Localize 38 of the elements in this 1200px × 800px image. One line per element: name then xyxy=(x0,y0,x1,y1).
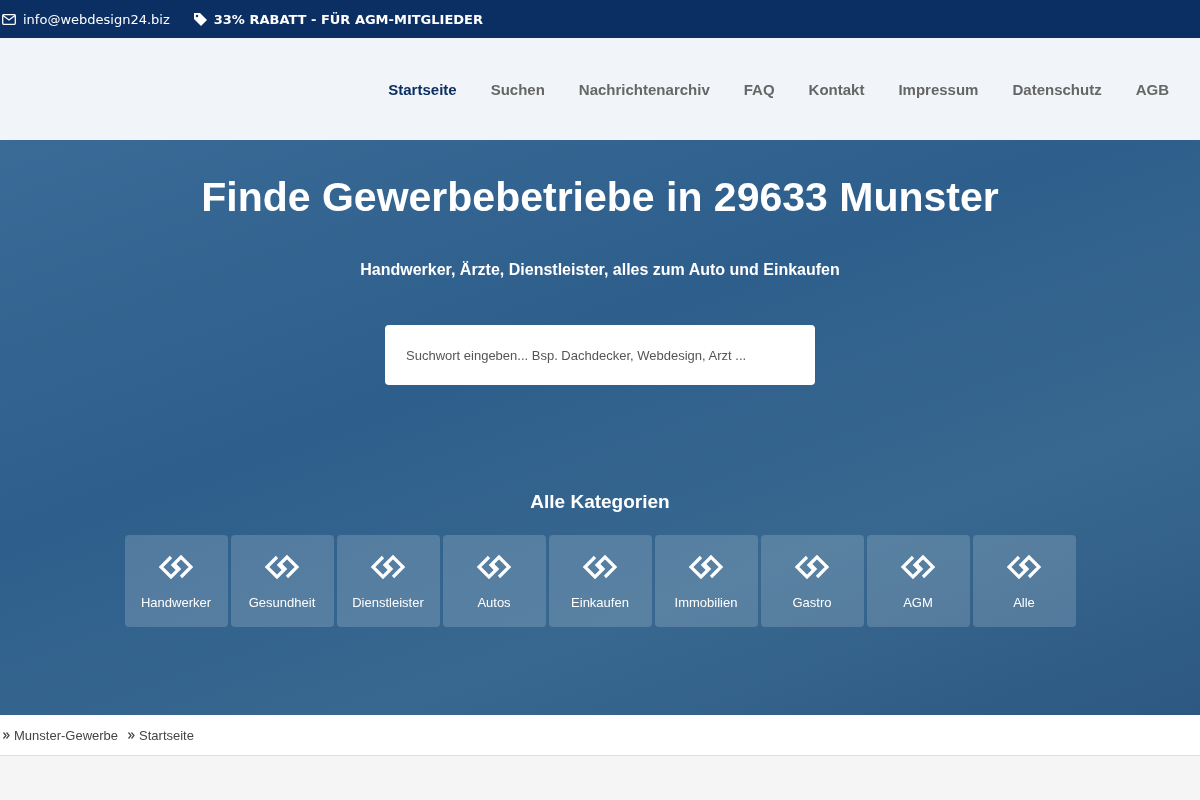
category-tile[interactable]: AGM xyxy=(866,535,970,627)
mail-icon xyxy=(2,13,16,25)
double-chevron-icon xyxy=(3,731,10,739)
double-chevron-icon xyxy=(128,731,136,739)
hero-title: Finde Gewerbebetriebe in 29633 Munster xyxy=(201,174,999,221)
category-icon xyxy=(1005,552,1043,581)
tag-icon xyxy=(193,12,207,26)
nav-link[interactable]: Nachrichtenarchiv xyxy=(561,80,727,98)
search-field[interactable]: Suchwort eingeben... Bsp. Dachdecker, Webdesign, Arzt ... xyxy=(385,325,815,385)
email-link[interactable]: info@webdesign24.biz xyxy=(23,11,170,27)
category-icon xyxy=(899,552,937,581)
category-icon xyxy=(263,552,301,581)
category-tile[interactable]: Gastro xyxy=(760,535,864,627)
category-icon xyxy=(581,552,619,581)
category-icon xyxy=(793,552,831,581)
category-tile[interactable]: Einkaufen xyxy=(548,535,652,627)
breadcrumb-link[interactable]: Munster-Gewerbe xyxy=(14,727,119,743)
category-icon xyxy=(369,552,407,581)
promo-text: 33% RABATT - FÜR AGM-MITGLIEDER xyxy=(213,11,483,27)
hero-subtitle: Handwerker, Ärzte, Dienstleister, alles zum Auto und Einkaufen xyxy=(360,261,840,279)
nav-link[interactable]: Suchen xyxy=(473,80,562,98)
category-tile[interactable]: Gesundheit xyxy=(230,535,334,627)
nav-link[interactable]: Datenschutz xyxy=(995,80,1119,98)
categories-title: Alle Kategorien xyxy=(530,491,670,513)
category-icon xyxy=(687,552,725,581)
category-tile[interactable]: Immobilien xyxy=(654,535,758,627)
category-icon xyxy=(475,552,513,581)
category-tile[interactable]: Handwerker xyxy=(124,535,228,627)
category-tile[interactable]: Dienstleister xyxy=(336,535,440,627)
nav-link[interactable]: Startseite xyxy=(371,80,474,98)
nav-link[interactable]: FAQ xyxy=(726,80,792,98)
category-icon xyxy=(157,552,195,581)
breadcrumb-link[interactable]: Startseite xyxy=(139,727,194,743)
category-tile[interactable]: Autos xyxy=(442,535,546,627)
nav-link[interactable]: Kontakt xyxy=(791,80,882,98)
nav-link[interactable]: Impressum xyxy=(881,80,996,98)
category-tile[interactable]: Alle xyxy=(972,535,1076,627)
nav-link[interactable]: AGB xyxy=(1118,80,1186,98)
